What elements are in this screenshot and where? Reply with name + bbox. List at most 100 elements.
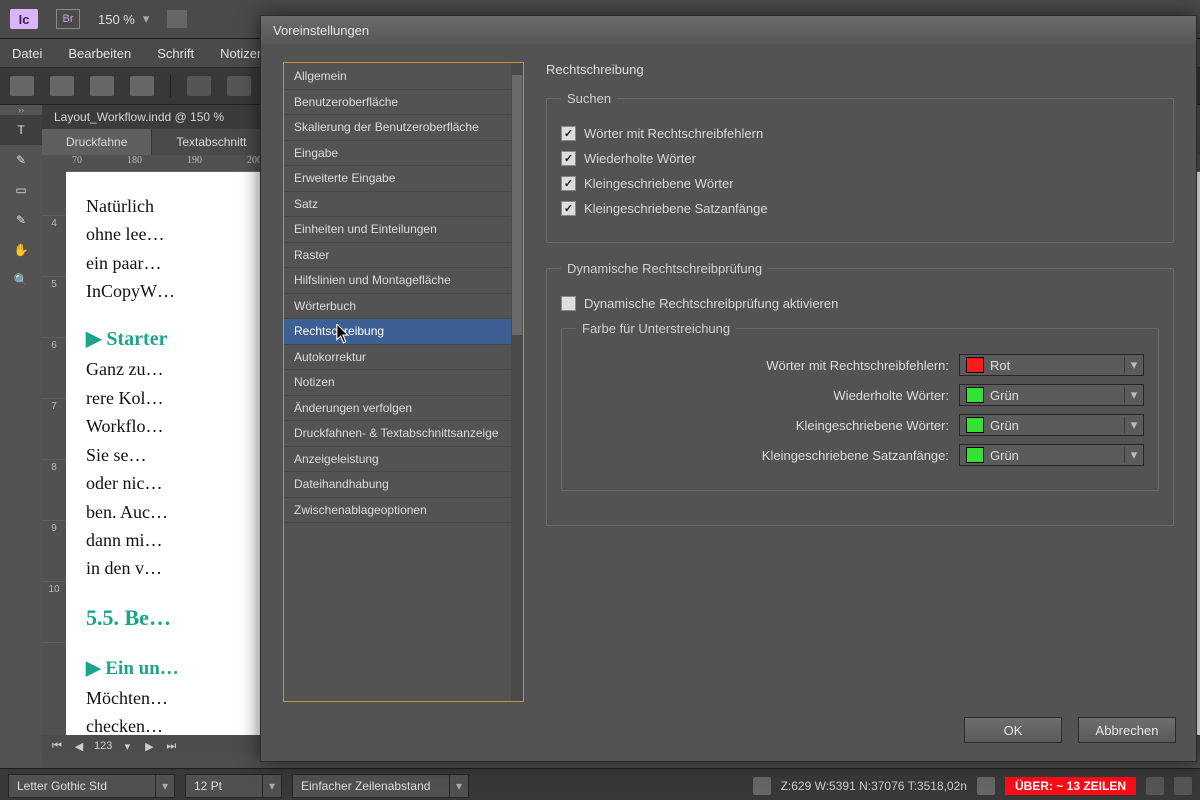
tab-druckfahne[interactable]: Druckfahne [42,129,152,155]
document-tab[interactable]: Layout_Workflow.indd @ 150 % [42,105,286,129]
checkbox-label: Wiederholte Wörter [584,151,696,166]
pref-nav-item[interactable]: Druckfahnen- & Textabschnittsanzeige [284,421,522,447]
pref-nav-item[interactable]: Skalierung der Benutzeroberfläche [284,115,522,141]
color-value: Grün [990,388,1124,403]
status-icon[interactable] [1146,777,1164,795]
pref-nav-item[interactable]: Zwischenablageoptionen [284,498,522,524]
last-page-button[interactable]: ⏭ [164,740,178,753]
panel-title: Rechtschreibung [546,62,1174,77]
menu-notizen[interactable]: Notizen [220,46,264,61]
swatch-icon [966,417,984,433]
leading-combo[interactable]: Einfacher Zeilenabstand [292,774,450,798]
search-options-group: Suchen Wörter mit Rechtschreibfehlern Wi… [546,91,1174,243]
position-tool[interactable]: ▭ [0,175,42,205]
pref-nav-item[interactable]: Benutzeroberfläche [284,90,522,116]
page-number[interactable]: 123 [94,740,112,752]
print-icon[interactable] [130,76,154,96]
hand-tool[interactable]: ✋ [0,235,42,265]
next-page-button[interactable]: ▶ [142,740,156,753]
checkbox-uncapitalized-sentences[interactable] [561,201,576,216]
color-combo-misspelled[interactable]: Rot▾ [959,354,1144,376]
open-icon[interactable] [50,76,74,96]
color-value: Grün [990,418,1124,433]
chevron-down-icon: ▾ [1124,417,1143,433]
color-label: Kleingeschriebene Satzanfänge: [576,448,949,463]
checkbox-repeated[interactable] [561,151,576,166]
search-icon[interactable] [187,76,211,96]
status-icon[interactable] [977,777,995,795]
checkbox-label: Kleingeschriebene Satzanfänge [584,201,768,216]
expand-tools-icon[interactable]: ›› [0,105,42,115]
color-combo-repeated[interactable]: Grün▾ [959,384,1144,406]
checkbox-uncapitalized-words[interactable] [561,176,576,191]
chevron-down-icon[interactable]: ▾ [450,774,469,798]
pref-nav-item[interactable]: Raster [284,243,522,269]
group-legend: Farbe für Unterstreichung [576,321,736,336]
scrollbar-thumb[interactable] [512,75,522,335]
pref-nav-item[interactable]: Eingabe [284,141,522,167]
chevron-down-icon: ▾ [1124,357,1143,373]
chevron-down-icon[interactable]: ▾ [263,774,282,798]
swatch-icon [966,447,984,463]
pref-nav-item[interactable]: Rechtschreibung [284,319,522,345]
dialog-title: Voreinstellungen [261,16,1196,44]
pref-nav-item[interactable]: Änderungen verfolgen [284,396,522,422]
chevron-down-icon: ▾ [143,11,150,27]
eyedropper-tool[interactable]: ✎ [0,205,42,235]
pref-nav-item[interactable]: Allgemein [284,64,522,90]
screenmode-icon[interactable] [167,10,187,28]
fontsize-combo[interactable]: 12 Pt [185,774,263,798]
group-legend: Suchen [561,91,617,106]
dynamic-spellcheck-group: Dynamische Rechtschreibprüfung Dynamisch… [546,261,1174,526]
dropdown-icon[interactable]: ▾ [120,740,134,753]
scrollbar[interactable] [511,63,523,701]
underline-color-group: Farbe für Unterstreichung Wörter mit Rec… [561,321,1159,491]
pref-nav-item[interactable]: Einheiten und Einteilungen [284,217,522,243]
zoom-tool[interactable]: 🔍 [0,265,42,295]
sparkle-icon[interactable] [227,76,251,96]
zoom-combo[interactable]: 150 % ▾ [98,11,149,27]
first-page-button[interactable]: ⏮ [50,740,64,753]
status-icon[interactable] [753,777,771,795]
font-combo[interactable]: Letter Gothic Std [8,774,156,798]
color-value: Rot [990,358,1124,373]
color-combo-uncap-words[interactable]: Grün▾ [959,414,1144,436]
swatch-icon [966,357,984,373]
color-label: Wörter mit Rechtschreibfehlern: [576,358,949,373]
cancel-button[interactable]: Abbrechen [1078,717,1176,743]
color-label: Kleingeschriebene Wörter: [576,418,949,433]
color-combo-uncap-sentences[interactable]: Grün▾ [959,444,1144,466]
chevron-down-icon[interactable]: ▾ [156,774,175,798]
zoom-value: 150 % [98,12,135,27]
type-tool[interactable]: T [0,115,42,145]
pref-nav-item[interactable]: Wörterbuch [284,294,522,320]
bridge-button[interactable]: Br [56,9,80,29]
group-legend: Dynamische Rechtschreibprüfung [561,261,768,276]
prev-page-button[interactable]: ◀ [72,740,86,753]
preferences-nav: AllgemeinBenutzeroberflächeSkalierung de… [283,62,524,702]
new-icon[interactable] [10,76,34,96]
pref-nav-item[interactable]: Erweiterte Eingabe [284,166,522,192]
pref-nav-item[interactable]: Autokorrektur [284,345,522,371]
pref-nav-item[interactable]: Hilfslinien und Montagefläche [284,268,522,294]
save-icon[interactable] [90,76,114,96]
preferences-dialog: Voreinstellungen AllgemeinBenutzeroberfl… [260,15,1197,762]
menu-schrift[interactable]: Schrift [157,46,194,61]
checkbox-enable-dynamic[interactable] [561,296,576,311]
menu-bearbeiten[interactable]: Bearbeiten [68,46,131,61]
swatch-icon [966,387,984,403]
pref-nav-item[interactable]: Notizen [284,370,522,396]
pref-nav-item[interactable]: Dateihandhabung [284,472,522,498]
separator [170,75,171,97]
checkbox-label: Dynamische Rechtschreibprüfung aktiviere… [584,296,838,311]
menu-datei[interactable]: Datei [12,46,42,61]
checkbox-misspelled[interactable] [561,126,576,141]
vertical-ruler: 45678910 [42,155,66,735]
pref-nav-item[interactable]: Satz [284,192,522,218]
color-value: Grün [990,448,1124,463]
ok-button[interactable]: OK [964,717,1062,743]
pref-nav-item[interactable]: Anzeigeleistung [284,447,522,473]
tab-textabschnitt[interactable]: Textabschnitt [152,129,271,155]
status-icon[interactable] [1174,777,1192,795]
note-tool[interactable]: ✎ [0,145,42,175]
